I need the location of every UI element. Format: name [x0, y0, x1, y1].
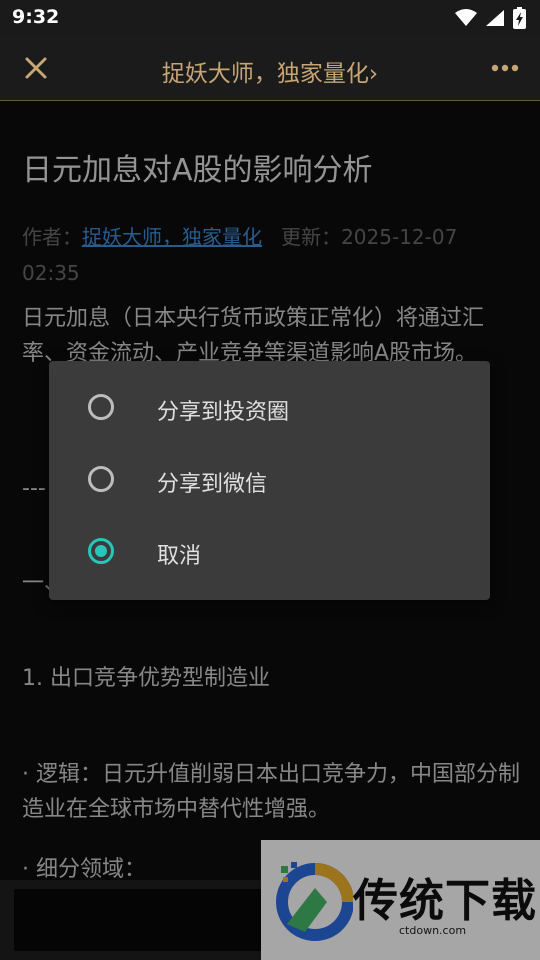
radio-icon [88, 394, 114, 420]
radio-icon [88, 466, 114, 492]
app-bar-title[interactable]: 捉妖大师，独家量化› [0, 54, 540, 88]
wifi-icon [455, 9, 477, 26]
app-bar: 捉妖大师，独家量化› [0, 36, 540, 101]
status-bar: 9:32 [0, 0, 540, 36]
more-icon[interactable] [490, 54, 520, 82]
option-label: 分享到微信 [157, 472, 268, 497]
cancel-option[interactable]: 取消 [49, 516, 490, 588]
share-to-wechat-option[interactable]: 分享到微信 [49, 444, 490, 516]
radio-selected-icon [88, 538, 114, 564]
share-dialog: 分享到投资圈 分享到微信 取消 [49, 361, 490, 600]
option-label: 取消 [157, 544, 202, 569]
chevron-right-icon: › [368, 61, 379, 87]
status-icons [455, 6, 526, 30]
battery-icon [513, 7, 526, 29]
option-label: 分享到投资圈 [157, 400, 290, 425]
signal-icon [486, 10, 504, 26]
status-time: 9:32 [12, 6, 60, 28]
share-to-investment-circle-option[interactable]: 分享到投资圈 [49, 372, 490, 444]
app-bar-title-text: 捉妖大师，独家量化 [161, 61, 369, 87]
